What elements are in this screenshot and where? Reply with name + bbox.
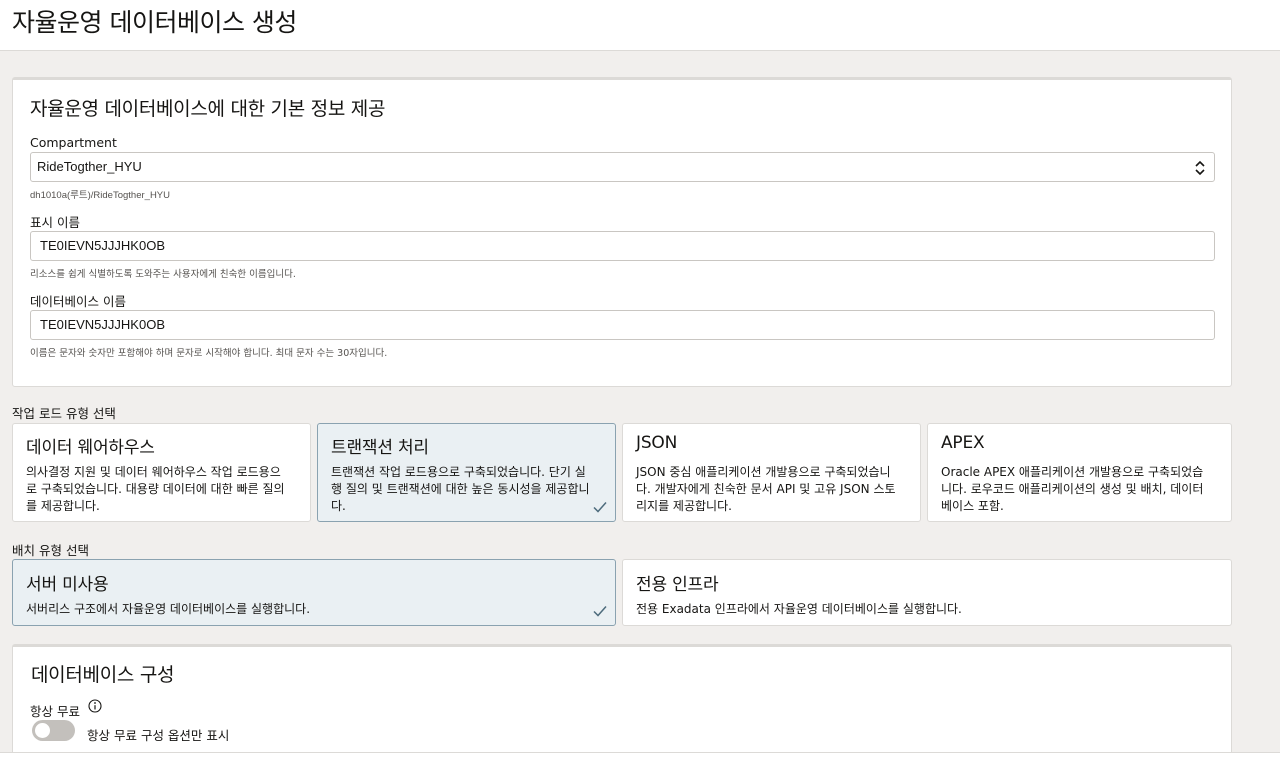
compartment-path: dh1010a(루트)/RideTogther_HYU (30, 190, 170, 201)
display-name-input[interactable]: TE0IEVN5JJJHK0OB (30, 231, 1215, 261)
check-icon (593, 606, 607, 617)
display-name-value: TE0IEVN5JJJHK0OB (40, 238, 165, 253)
compartment-label: Compartment (30, 135, 117, 150)
db-config-panel: 데이터베이스 구성 항상 무료 항상 무료 구성 옵션만 표시 (12, 644, 1232, 761)
display-name-helper: 리소스를 쉽게 식별하도록 도와주는 사용자에게 친숙한 이름입니다. (30, 269, 296, 280)
deployment-card-title: 전용 인프라 (636, 575, 719, 595)
check-icon (593, 502, 607, 513)
deployment-label: 배치 유형 선택 (12, 543, 89, 558)
db-name-value: TE0IEVN5JJJHK0OB (40, 317, 165, 332)
db-name-label: 데이터베이스 이름 (30, 294, 126, 309)
workload-label: 작업 로드 유형 선택 (12, 406, 116, 421)
chevron-updown-icon (1195, 160, 1205, 176)
always-free-toggle-label: 항상 무료 구성 옵션만 표시 (87, 728, 230, 743)
compartment-value: RideTogther_HYU (37, 159, 142, 174)
workload-card-transaction-processing[interactable]: 트랜잭션 처리 트랜잭션 작업 로드용으로 구축되었습니다. 단기 실행 질의 … (317, 423, 616, 522)
deployment-card-dedicated[interactable]: 전용 인프라 전용 Exadata 인프라에서 자율운영 데이터베이스를 실행합… (622, 559, 1232, 626)
workload-card-desc: Oracle APEX 애플리케이션 개발용으로 구축되었습니다. 로우코드 애… (941, 465, 1204, 513)
workload-card-json[interactable]: JSON JSON 중심 애플리케이션 개발용으로 구축되었습니다. 개발자에게… (622, 423, 921, 522)
workload-card-desc: JSON 중심 애플리케이션 개발용으로 구축되었습니다. 개발자에게 친숙한 … (636, 465, 896, 513)
workload-card-data-warehouse[interactable]: 데이터 웨어하우스 의사결정 지원 및 데이터 웨어하우스 작업 로드용으로 구… (12, 423, 311, 522)
deployment-card-desc: 서버리스 구조에서 자율운영 데이터베이스를 실행합니다. (26, 602, 311, 616)
workload-card-apex[interactable]: APEX Oracle APEX 애플리케이션 개발용으로 구축되었습니다. 로… (927, 423, 1232, 522)
toggle-knob (35, 723, 50, 738)
display-name-label: 표시 이름 (30, 215, 80, 230)
workload-card-title: 트랜잭션 처리 (331, 438, 429, 458)
always-free-toggle[interactable] (32, 720, 75, 741)
compartment-select[interactable]: RideTogther_HYU (30, 152, 1215, 182)
db-name-input[interactable]: TE0IEVN5JJJHK0OB (30, 310, 1215, 340)
basic-info-panel: 자율운영 데이터베이스에 대한 기본 정보 제공 Compartment Rid… (12, 77, 1232, 387)
info-icon[interactable] (88, 699, 102, 713)
workload-card-title: 데이터 웨어하우스 (26, 438, 155, 458)
basic-info-title: 자율운영 데이터베이스에 대한 기본 정보 제공 (30, 98, 386, 120)
deployment-card-title: 서버 미사용 (26, 575, 109, 595)
scrollbar-track[interactable] (1268, 51, 1280, 753)
db-config-title: 데이터베이스 구성 (31, 664, 175, 686)
workload-card-title: APEX (941, 433, 985, 453)
deployment-card-desc: 전용 Exadata 인프라에서 자율운영 데이터베이스를 실행합니다. (636, 602, 962, 616)
always-free-label: 항상 무료 (30, 704, 80, 719)
workload-card-title: JSON (636, 433, 678, 453)
page-title: 자율운영 데이터베이스 생성 (12, 8, 297, 37)
content-bottom-edge (0, 752, 1280, 761)
workload-card-desc: 트랜잭션 작업 로드용으로 구축되었습니다. 단기 실행 질의 및 트랜잭션에 … (331, 465, 590, 513)
workload-card-desc: 의사결정 지원 및 데이터 웨어하우스 작업 로드용으로 구축되었습니다. 대용… (26, 465, 285, 513)
deployment-card-serverless[interactable]: 서버 미사용 서버리스 구조에서 자율운영 데이터베이스를 실행합니다. (12, 559, 616, 626)
page-header: 자율운영 데이터베이스 생성 (0, 0, 1280, 51)
db-name-helper: 이름은 문자와 숫자만 포함해야 하며 문자로 시작해야 합니다. 최대 문자 … (30, 348, 388, 359)
